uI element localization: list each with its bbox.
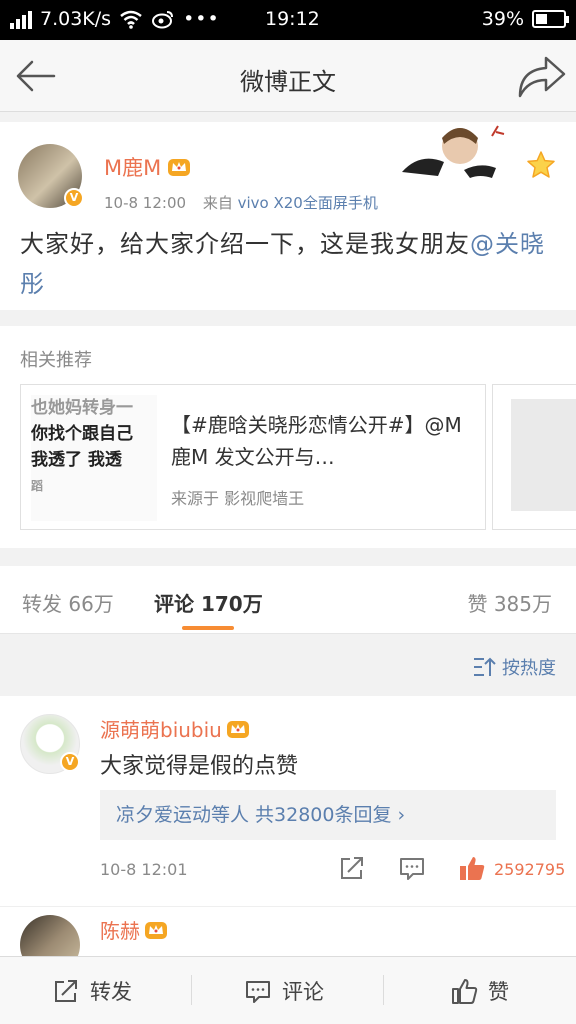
comment-label: 评论	[282, 980, 324, 1004]
vip-crown-icon	[145, 921, 167, 939]
page-title: 微博正文	[240, 68, 336, 96]
repost-button[interactable]: 转发	[52, 957, 132, 1024]
related-thumbnail-2	[511, 399, 576, 511]
battery-level: 39%	[481, 8, 524, 30]
battery-icon	[532, 10, 569, 28]
sort-label: 按热度	[502, 658, 556, 679]
comment-button[interactable]: 评论	[244, 957, 324, 1024]
repost-icon	[55, 980, 77, 1002]
thumb-text-line: 我透了 我透	[31, 450, 122, 470]
status-right: 39%	[481, 8, 569, 30]
related-source: 来源于 影视爬墙王	[171, 489, 305, 508]
source-prefix: 来自	[202, 194, 233, 212]
comment-time: 10-8 12:01	[100, 860, 188, 879]
more-icon: •••	[183, 8, 220, 30]
comment-item: 陈赫	[0, 906, 576, 975]
commenter-name: 陈赫	[100, 919, 140, 943]
post-source[interactable]: vivo X20全面屏手机	[238, 194, 378, 212]
post-author[interactable]: M鹿M	[104, 152, 191, 182]
commenter-name: 源萌萌biubiu	[100, 718, 222, 742]
commenter-name-row[interactable]: 陈赫	[100, 915, 168, 944]
verified-badge-icon: V	[60, 752, 80, 772]
thumbs-up-icon	[452, 979, 478, 1004]
related-card-2[interactable]	[492, 384, 576, 530]
sort-row: 按热度	[0, 634, 576, 696]
divider	[191, 975, 192, 1005]
sort-button[interactable]: 按热度	[472, 654, 556, 680]
comment-like-icon[interactable]	[458, 854, 486, 882]
thumb-text-line: 你找个跟自己	[31, 424, 133, 444]
post-meta: 10-8 12:00 来自 vivo X20全面屏手机	[104, 192, 378, 213]
comment-repost-icon[interactable]	[338, 854, 366, 882]
wifi-icon	[120, 10, 142, 29]
nav-bar: 微博正文	[0, 40, 576, 112]
vip-crown-icon	[226, 720, 249, 738]
tab-like[interactable]: 赞 385万	[467, 588, 552, 617]
network-speed: 7.03K/s	[40, 8, 112, 30]
status-bar: 7.03K/s ••• 19:12 39%	[0, 0, 576, 40]
active-tab-indicator	[182, 626, 234, 630]
clock: 19:12	[265, 8, 320, 30]
post-author-name: M鹿M	[104, 156, 162, 180]
share-icon[interactable]	[512, 50, 570, 102]
like-label: 赞	[488, 980, 509, 1004]
weibo-icon	[152, 11, 174, 29]
comment-item: V 源萌萌biubiu 大家觉得是假的点赞 凉夕爱运动等人 共32800条回复 …	[0, 696, 576, 906]
comment-text: 大家觉得是假的点赞	[100, 754, 299, 779]
related-title: 相关推荐	[20, 350, 92, 371]
comment-reply-icon[interactable]	[398, 854, 426, 882]
post-body: 大家好，给大家介绍一下，这是我女朋友	[20, 230, 470, 258]
tab-comment[interactable]: 评论 170万	[154, 588, 263, 617]
favorite-star-icon[interactable]	[526, 150, 556, 180]
thumb-text-line: 蹈	[31, 479, 44, 493]
related-text: 【#鹿晗关晓彤恋情公开#】@M鹿M 发文公开与…	[171, 413, 462, 469]
thumb-text-line: 也她妈转身一	[31, 398, 133, 418]
divider	[383, 975, 384, 1005]
sort-icon	[474, 657, 496, 676]
related-card[interactable]: 也她妈转身一 你找个跟自己 我透了 我透 蹈 【#鹿晗关晓彤恋情公开#】@M鹿M…	[20, 384, 486, 530]
related-thumbnail: 也她妈转身一 你找个跟自己 我透了 我透 蹈	[31, 395, 157, 521]
reply-summary[interactable]: 凉夕爱运动等人 共32800条回复 ›	[100, 790, 556, 840]
tab-bar: 转发 66万 评论 170万 赞 385万	[0, 566, 576, 634]
comment-icon	[246, 981, 270, 1003]
status-left: 7.03K/s •••	[10, 8, 220, 30]
promo-sticker-icon	[402, 125, 505, 178]
post-time: 10-8 12:00	[104, 194, 187, 212]
post-card: V M鹿M 10-8 12:00 来自 vivo X20全面屏手机 大家好，给大…	[0, 122, 576, 310]
repost-label: 转发	[90, 980, 132, 1004]
like-button[interactable]: 赞	[450, 957, 509, 1024]
commenter-name-row[interactable]: 源萌萌biubiu	[100, 714, 250, 743]
bottom-action-bar: 转发 评论 赞	[0, 956, 576, 1024]
related-section: 相关推荐 也她妈转身一 你找个跟自己 我透了 我透 蹈 【#鹿晗关晓彤恋情公开#…	[0, 326, 576, 548]
signal-icon	[10, 9, 32, 29]
vip-crown-icon	[168, 159, 191, 176]
verified-badge-icon: V	[64, 188, 84, 208]
tab-repost[interactable]: 转发 66万	[22, 588, 114, 617]
comment-like-count: 2592795	[494, 860, 566, 879]
post-text: 大家好，给大家介绍一下，这是我女朋友@关晓彤	[20, 224, 560, 304]
